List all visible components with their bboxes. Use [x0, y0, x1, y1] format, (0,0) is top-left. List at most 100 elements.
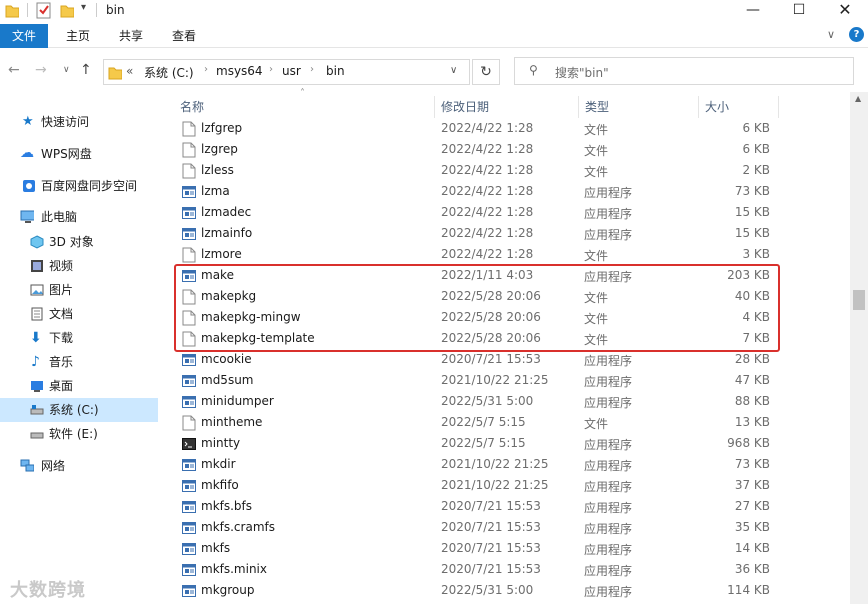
sidebar-item-quick-access[interactable]: ★ 快速访问	[0, 110, 160, 134]
sidebar-item-videos[interactable]: 视频	[0, 254, 160, 278]
file-row[interactable]: minidumper 2022/5/31 5:00 应用程序 88 KB	[170, 391, 850, 412]
sidebar-item-downloads[interactable]: ⬇ 下载	[0, 326, 160, 350]
breadcrumb-usr[interactable]: usr	[282, 64, 301, 78]
file-row[interactable]: mintheme 2022/5/7 5:15 文件 13 KB	[170, 412, 850, 433]
file-row[interactable]: lzgrep 2022/4/22 1:28 文件 6 KB	[170, 139, 850, 160]
ribbon-expand-icon[interactable]: ∨	[827, 28, 835, 41]
forward-button[interactable]: →	[35, 62, 47, 78]
file-row[interactable]: mkgroup 2022/5/31 5:00 应用程序 114 KB	[170, 580, 850, 601]
file-row[interactable]: lzmadec 2022/4/22 1:28 应用程序 15 KB	[170, 202, 850, 223]
sidebar-item-label: WPS网盘	[41, 147, 92, 161]
chevron-right-icon[interactable]: ›	[204, 64, 208, 75]
address-bar[interactable]: « 系统 (C:) › msys64 › usr › bin ∨	[103, 59, 470, 85]
column-divider[interactable]	[578, 96, 579, 118]
properties-icon[interactable]	[36, 1, 52, 19]
file-type: 文件	[584, 417, 609, 431]
file-row[interactable]: mkdir 2021/10/22 21:25 应用程序 73 KB	[170, 454, 850, 475]
sidebar-item-this-pc[interactable]: 此电脑	[0, 205, 160, 229]
file-row[interactable]: mkfs.cramfs 2020/7/21 15:53 应用程序 35 KB	[170, 517, 850, 538]
maximize-button[interactable]: ☐	[776, 0, 822, 22]
sidebar-item-3d-objects[interactable]: 3D 对象	[0, 230, 160, 254]
file-icon	[182, 247, 196, 263]
sidebar-item-drive-c[interactable]: 系统 (C:)	[0, 398, 158, 422]
file-row[interactable]: makepkg-template 2022/5/28 20:06 文件 7 KB	[170, 328, 850, 349]
sidebar-item-network[interactable]: 网络	[0, 454, 160, 478]
exe-icon	[182, 207, 196, 219]
file-icon	[182, 310, 196, 326]
column-divider[interactable]	[698, 96, 699, 118]
vertical-scrollbar[interactable]: ▲	[850, 92, 868, 604]
file-name: makepkg-template	[201, 331, 315, 345]
file-row[interactable]: mkfs 2020/7/21 15:53 应用程序 14 KB	[170, 538, 850, 559]
column-header-name[interactable]: 名称	[180, 98, 430, 118]
up-button[interactable]: ↑	[80, 62, 92, 78]
sidebar-item-wps[interactable]: ☁ WPS网盘	[0, 142, 160, 166]
column-header-size[interactable]: 大小	[705, 98, 775, 118]
file-date: 2022/5/31 5:00	[441, 394, 534, 408]
quick-access-dropdown-icon[interactable]: ▾	[81, 2, 86, 13]
sidebar-item-music[interactable]: ♪ 音乐	[0, 350, 160, 374]
search-box[interactable]: ⚲ 搜索"bin"	[514, 57, 854, 85]
file-row[interactable]: mcookie 2020/7/21 15:53 应用程序 28 KB	[170, 349, 850, 370]
file-row[interactable]: makepkg-mingw 2022/5/28 20:06 文件 4 KB	[170, 307, 850, 328]
recent-locations-icon[interactable]: ∨	[63, 65, 70, 75]
minimize-button[interactable]: —	[730, 0, 776, 22]
sidebar-item-label: 百度网盘同步空间	[41, 179, 138, 193]
file-row[interactable]: make 2022/1/11 4:03 应用程序 203 KB	[170, 265, 850, 286]
chevron-right-icon[interactable]: ›	[310, 64, 314, 75]
breadcrumb-msys64[interactable]: msys64	[216, 64, 263, 78]
file-row[interactable]: lzmainfo 2022/4/22 1:28 应用程序 15 KB	[170, 223, 850, 244]
file-type: 应用程序	[584, 396, 633, 410]
baidu-cloud-icon	[23, 180, 35, 192]
sidebar-item-pictures[interactable]: 图片	[0, 278, 160, 302]
column-divider[interactable]	[434, 96, 435, 118]
file-type: 应用程序	[584, 438, 633, 452]
chevron-right-icon[interactable]: ›	[269, 64, 273, 75]
exe-icon	[182, 543, 196, 555]
refresh-button[interactable]: ↻	[472, 59, 500, 85]
tab-file[interactable]: 文件	[0, 24, 48, 48]
file-row[interactable]: lzfgrep 2022/4/22 1:28 文件 6 KB	[170, 118, 850, 139]
exe-icon	[182, 375, 196, 387]
close-button[interactable]: ✕	[822, 0, 868, 22]
file-row[interactable]: mkfifo 2021/10/22 21:25 应用程序 37 KB	[170, 475, 850, 496]
breadcrumb-drive[interactable]: 系统 (C:)	[144, 64, 194, 81]
back-button[interactable]: ←	[8, 62, 20, 78]
file-row[interactable]: lzmore 2022/4/22 1:28 文件 3 KB	[170, 244, 850, 265]
file-row[interactable]: mintty 2022/5/7 5:15 应用程序 968 KB	[170, 433, 850, 454]
help-icon[interactable]: ?	[849, 27, 864, 42]
file-row[interactable]: mkfs.bfs 2020/7/21 15:53 应用程序 27 KB	[170, 496, 850, 517]
tab-share[interactable]: 共享	[109, 24, 153, 48]
scroll-up-icon[interactable]: ▲	[855, 94, 861, 103]
file-row[interactable]: mkfs.minix 2020/7/21 15:53 应用程序 36 KB	[170, 559, 850, 580]
column-divider[interactable]	[778, 96, 779, 118]
tab-home[interactable]: 主页	[56, 24, 100, 48]
file-row[interactable]: lzma 2022/4/22 1:28 应用程序 73 KB	[170, 181, 850, 202]
terminal-icon	[182, 438, 196, 450]
music-icon: ♪	[31, 354, 40, 370]
file-name: mkfs.cramfs	[201, 520, 275, 534]
tab-view[interactable]: 查看	[162, 24, 206, 48]
file-size: 7 KB	[742, 331, 770, 345]
breadcrumb-overflow[interactable]: «	[126, 64, 133, 78]
file-row[interactable]: lzless 2022/4/22 1:28 文件 2 KB	[170, 160, 850, 181]
file-type: 文件	[584, 123, 609, 137]
file-size: 3 KB	[742, 247, 770, 261]
address-dropdown-icon[interactable]: ∨	[450, 65, 457, 76]
file-row[interactable]: makepkg 2022/5/28 20:06 文件 40 KB	[170, 286, 850, 307]
scrollbar-thumb[interactable]	[853, 290, 865, 310]
new-folder-icon[interactable]	[60, 2, 74, 18]
file-name: minidumper	[201, 394, 274, 408]
file-size: 2 KB	[742, 163, 770, 177]
breadcrumb-bin[interactable]: bin	[326, 64, 345, 78]
search-input[interactable]: 搜索"bin"	[555, 64, 609, 81]
sidebar-item-label: 图片	[49, 283, 74, 297]
sidebar-item-desktop[interactable]: 桌面	[0, 374, 160, 398]
file-row[interactable]: md5sum 2021/10/22 21:25 应用程序 47 KB	[170, 370, 850, 391]
sidebar-item-documents[interactable]: 文档	[0, 302, 160, 326]
sidebar-item-baidu[interactable]: 百度网盘同步空间	[0, 174, 160, 198]
sidebar-item-drive-e[interactable]: 软件 (E:)	[0, 422, 160, 446]
column-header-date[interactable]: 修改日期	[441, 98, 571, 118]
column-header-type[interactable]: 类型	[585, 98, 685, 118]
sidebar-item-label: 下载	[49, 331, 74, 345]
